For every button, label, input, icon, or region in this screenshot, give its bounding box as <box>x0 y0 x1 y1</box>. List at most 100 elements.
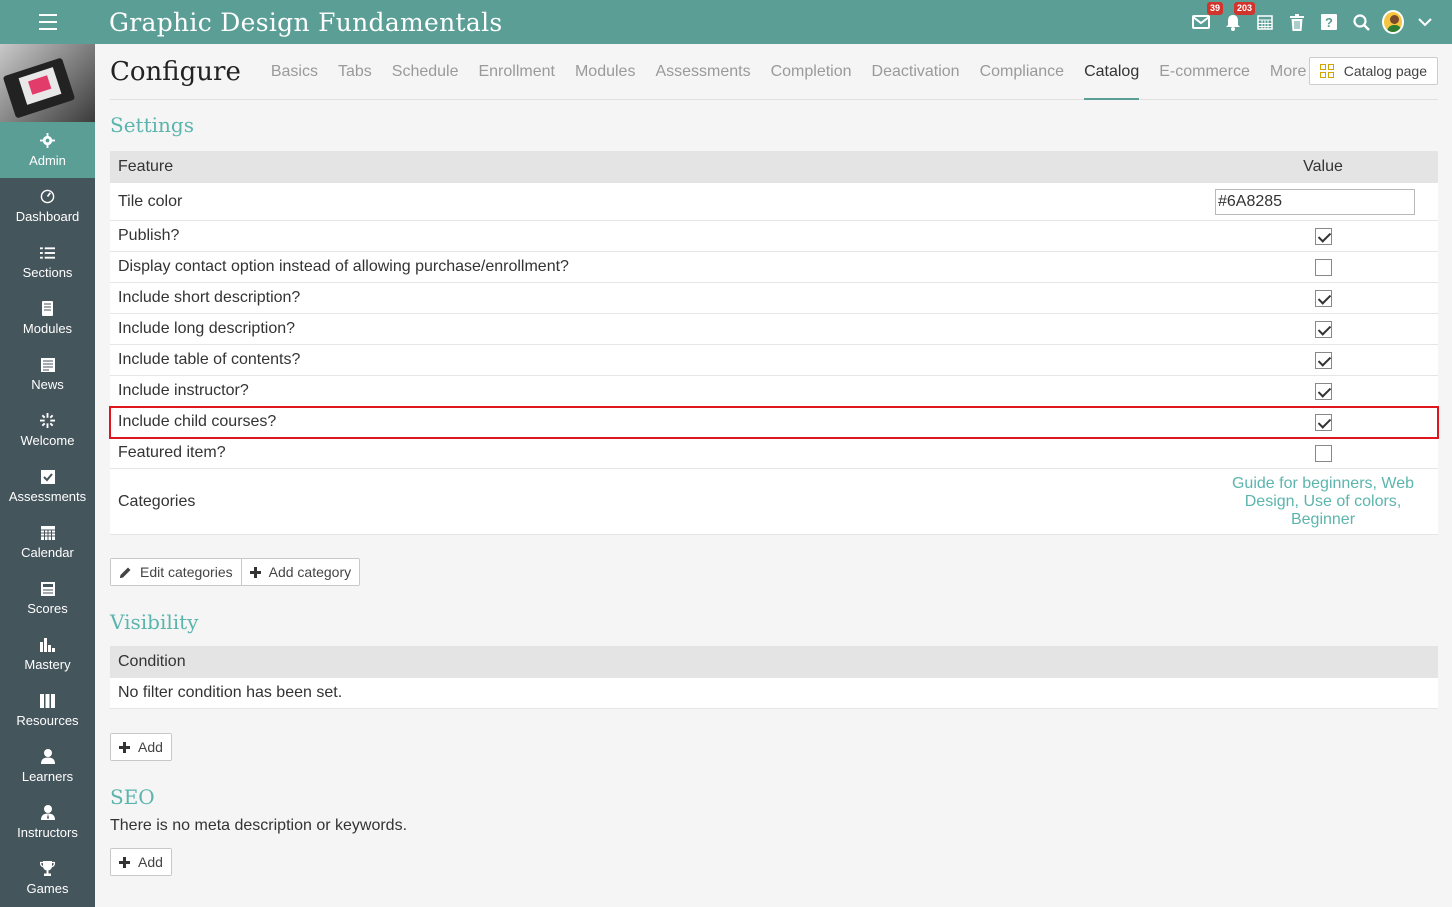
sidebar-item-label: Games <box>26 880 69 896</box>
sidebar-item-label: Instructors <box>17 824 78 840</box>
sidebar-item-admin[interactable]: Admin <box>0 122 95 178</box>
tab-assessments[interactable]: Assessments <box>655 44 750 100</box>
tab-modules[interactable]: Modules <box>575 44 635 100</box>
tab-compliance[interactable]: Compliance <box>980 44 1064 100</box>
setting-label: Display contact option instead of allowi… <box>118 258 569 275</box>
settings-row: Include table of contents? <box>110 345 1438 376</box>
messages-icon[interactable]: 39 <box>1190 2 1223 33</box>
sidebar-item-scores[interactable]: Scores <box>0 570 95 626</box>
seo-title: SEO <box>110 785 155 809</box>
category-buttons: Edit categories Add category <box>110 558 361 586</box>
plus-icon <box>119 741 130 753</box>
sidebar-item-news[interactable]: News <box>0 346 95 402</box>
tab-completion[interactable]: Completion <box>771 44 852 100</box>
sidebar-item-label: Modules <box>22 320 73 336</box>
sidebar-item-sections[interactable]: Sections <box>0 234 95 290</box>
value-column-header: Value <box>1303 158 1343 175</box>
setting-label: Include child courses? <box>118 413 277 430</box>
tile-color-label: Tile color <box>118 192 183 210</box>
sidebar-item-label: Admin <box>29 152 66 168</box>
menu-icon[interactable] <box>0 0 95 44</box>
sidebar-item-label: Learners <box>21 768 74 784</box>
tab-enrollment[interactable]: Enrollment <box>478 44 554 100</box>
setting-label: Include short description? <box>118 289 301 306</box>
sidebar-item-calendar[interactable]: Calendar <box>0 514 95 570</box>
calendar-icon <box>40 525 56 541</box>
setting-label: Publish? <box>118 227 180 244</box>
setting-checkbox[interactable] <box>1314 351 1332 369</box>
config-header: Configure Basics Tabs Schedule Enrollment Mo… <box>110 44 1438 100</box>
plus-icon <box>119 856 130 868</box>
add-condition-button[interactable]: Add <box>111 734 171 760</box>
sidebar-item-games[interactable]: Games <box>0 850 95 906</box>
tab-tabs[interactable]: Tabs <box>338 44 372 100</box>
sidebar-item-learners[interactable]: Learners <box>0 738 95 794</box>
chevron-down-icon[interactable] <box>1414 11 1436 33</box>
visibility-table-header: Condition <box>110 646 1438 678</box>
settings-row: Display contact option instead of allowi… <box>110 252 1438 283</box>
tile-color-input[interactable] <box>1215 188 1415 215</box>
search-icon[interactable] <box>1350 11 1372 33</box>
add-seo-button[interactable]: Add <box>111 849 171 875</box>
user-avatar[interactable] <box>1382 10 1404 34</box>
tab-schedule[interactable]: Schedule <box>392 44 459 100</box>
sidebar-item-resources[interactable]: Resources <box>0 682 95 738</box>
trophy-icon <box>40 861 56 877</box>
course-title[interactable]: Graphic Design Fundamentals <box>109 8 503 37</box>
sidebar-item-label: Mastery <box>24 656 71 672</box>
main-content: Configure Basics Tabs Schedule Enrollment Mo… <box>109 44 1439 876</box>
add-seo-label: Add <box>138 854 163 870</box>
category-link[interactable]: Use of colors <box>1303 493 1396 510</box>
catalog-page-button[interactable]: Catalog page <box>1308 57 1438 85</box>
notifications-icon[interactable]: 203 <box>1222 2 1255 33</box>
visibility-table: Condition No filter condition has been s… <box>110 646 1438 709</box>
sidebar-item-instructors[interactable]: Instructors <box>0 794 95 850</box>
settings-table-header: Feature Value <box>110 151 1438 183</box>
settings-table: Feature Value Tile color Publish? Display… <box>109 151 1439 535</box>
book-icon <box>40 301 56 317</box>
trash-icon[interactable] <box>1286 11 1308 33</box>
help-icon[interactable]: ? <box>1318 11 1340 33</box>
tab-catalog[interactable]: Catalog <box>1084 44 1140 100</box>
category-link[interactable]: Guide for beginners <box>1232 475 1373 492</box>
setting-checkbox[interactable] <box>1314 258 1332 276</box>
sidebar-item-label: Dashboard <box>15 208 80 224</box>
gear-icon <box>40 133 56 149</box>
setting-checkbox[interactable] <box>1314 382 1332 400</box>
settings-row: Include long description? <box>110 314 1438 345</box>
dashboard-icon <box>40 189 56 205</box>
bar-chart-icon <box>40 637 56 653</box>
category-link[interactable]: Beginner <box>1291 511 1355 528</box>
sidebar-item-modules[interactable]: Modules <box>0 290 95 346</box>
setting-checkbox[interactable] <box>1314 444 1332 462</box>
visibility-empty-text: No filter condition has been set. <box>118 684 343 701</box>
sidebar-item-assessments[interactable]: Assessments <box>0 458 95 514</box>
settings-row: Include short description? <box>110 283 1438 314</box>
sidebar-item-label: Sections <box>22 264 73 280</box>
sidebar-item-dashboard[interactable]: Dashboard <box>0 178 95 234</box>
add-category-button[interactable]: Add category <box>240 559 360 585</box>
tab-basics[interactable]: Basics <box>271 44 318 100</box>
setting-checkbox[interactable] <box>1314 320 1332 338</box>
course-thumbnail[interactable] <box>0 44 95 122</box>
setting-checkbox[interactable] <box>1314 413 1332 431</box>
setting-checkbox[interactable] <box>1314 227 1332 245</box>
tab-e-commerce[interactable]: E-commerce <box>1159 44 1250 100</box>
settings-row: Featured item? <box>110 438 1438 469</box>
messages-badge: 39 <box>1206 2 1223 15</box>
sidebar-item-welcome[interactable]: Welcome <box>0 402 95 458</box>
list-icon <box>40 245 56 261</box>
setting-checkbox[interactable] <box>1314 289 1332 307</box>
notifications-badge: 203 <box>1233 2 1255 15</box>
tab-more[interactable]: More <box>1270 44 1306 100</box>
sidebar-item-mastery[interactable]: Mastery <box>0 626 95 682</box>
calendar-icon[interactable] <box>1254 11 1276 33</box>
sidebar-item-label: Resources <box>16 712 79 728</box>
sidebar-item-label: Scores <box>27 600 68 616</box>
settings-title: Settings <box>110 113 194 137</box>
category-links: Guide for beginners, Web Design, Use of … <box>1231 474 1415 528</box>
person-icon <box>40 749 56 765</box>
svg-text:?: ? <box>1325 15 1333 30</box>
tab-deactivation[interactable]: Deactivation <box>872 44 960 100</box>
edit-categories-button[interactable]: Edit categories <box>111 559 241 585</box>
